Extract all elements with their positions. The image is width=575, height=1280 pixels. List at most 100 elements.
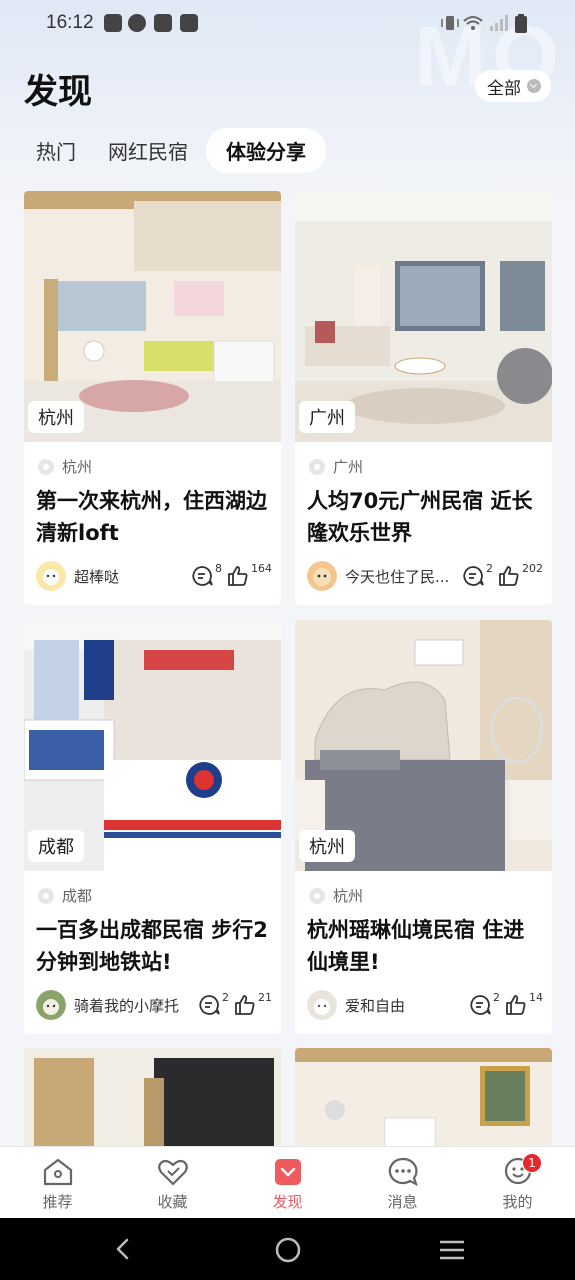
category-tabs: 热门 网红民宿 体验分享 — [24, 128, 330, 173]
comment-count: 2 — [493, 991, 500, 1004]
mail-icon — [104, 14, 122, 32]
location-pin-icon — [38, 458, 54, 475]
avatar — [36, 990, 66, 1020]
chevron-down-icon — [527, 79, 541, 93]
back-icon[interactable] — [110, 1236, 136, 1262]
author-name: 超棒哒 — [74, 567, 120, 586]
location-text: 杭州 — [62, 458, 93, 476]
post-meta: 骑着我的小摩托 2 21 — [36, 989, 272, 1021]
avatar — [307, 990, 337, 1020]
message-icon — [388, 1157, 418, 1187]
like-count: 21 — [258, 991, 272, 1004]
post-title: 一百多出成都民宿 步行2分钟到地铁站! — [36, 918, 268, 974]
location-text: 成都 — [62, 887, 93, 905]
filter-label: 全部 — [487, 78, 521, 99]
post-card[interactable]: 成都 成都 一百多出成都民宿 步行2分钟到地铁站! 骑着我的小摩托 2 21 — [24, 620, 281, 1034]
post-meta: 超棒哒 8 164 — [36, 560, 272, 592]
author-name: 爱和自由 — [345, 996, 406, 1015]
post-stats: 2 14 — [468, 991, 543, 1017]
nav-label: 我的 — [502, 1193, 533, 1211]
post-stats: 8 164 — [190, 562, 272, 588]
post-card[interactable]: 杭州 杭州 第一次来杭州，住西湖边清新loft 超棒哒 8 164 — [24, 191, 281, 605]
location-pin-icon — [309, 458, 325, 475]
avatar — [307, 561, 337, 591]
thumbs-up-icon — [235, 995, 255, 1015]
comment-icon — [470, 995, 491, 1015]
tab-experience-sharing[interactable]: 体验分享 — [206, 128, 326, 173]
tab-trending-homestays[interactable]: 网红民宿 — [94, 128, 202, 173]
status-time: 16:12 — [46, 12, 94, 33]
nav-item-messages[interactable]: 消息 — [345, 1147, 460, 1218]
thumbs-up-icon — [506, 995, 526, 1015]
city-tag: 广州 — [299, 401, 355, 433]
comment-stat[interactable]: 2 — [461, 562, 493, 588]
post-title: 杭州瑶琳仙境民宿 住进仙境里! — [307, 918, 525, 974]
home-button-icon[interactable] — [274, 1236, 302, 1264]
post-card[interactable] — [295, 1048, 552, 1148]
system-nav-bar — [0, 1218, 575, 1280]
author-name: 今天也住了民... — [345, 567, 450, 586]
like-count: 202 — [522, 562, 543, 575]
location-row: 杭州 — [309, 885, 363, 906]
location-pin-icon — [38, 887, 54, 904]
post-image — [295, 1048, 552, 1148]
city-tag: 成都 — [28, 830, 84, 862]
author-name: 骑着我的小摩托 — [74, 996, 180, 1015]
post-stats: 2 21 — [197, 991, 272, 1017]
location-text: 杭州 — [333, 887, 364, 905]
app-notification-icon — [180, 14, 198, 32]
wifi-icon — [463, 16, 483, 30]
location-row: 成都 — [38, 885, 92, 906]
signal-icon — [490, 15, 508, 31]
like-stat[interactable]: 202 — [497, 562, 543, 588]
post-card[interactable]: 广州 广州 人均70元广州民宿 近长隆欢乐世界 今天也住了民... 2 202 — [295, 191, 552, 605]
calendar-icon — [154, 14, 172, 32]
battery-icon — [515, 14, 527, 33]
post-stats: 2 202 — [461, 562, 543, 588]
comment-count: 8 — [215, 562, 222, 575]
nav-item-profile[interactable]: 1 我的 — [460, 1147, 575, 1218]
city-tag: 杭州 — [299, 830, 355, 862]
comment-count: 2 — [222, 991, 229, 1004]
tab-hot[interactable]: 热门 — [24, 128, 90, 173]
location-row: 杭州 — [38, 456, 92, 477]
recent-apps-icon[interactable] — [438, 1238, 466, 1262]
like-count: 164 — [251, 562, 272, 575]
location-row: 广州 — [309, 456, 363, 477]
comment-stat[interactable]: 2 — [468, 991, 500, 1017]
comment-stat[interactable]: 8 — [190, 562, 222, 588]
filter-all-button[interactable]: 全部 — [475, 70, 551, 102]
thumbs-up-icon — [499, 566, 519, 586]
vibrate-icon — [441, 16, 459, 30]
comment-count: 2 — [486, 562, 493, 575]
city-tag: 杭州 — [28, 401, 84, 433]
nav-label: 发现 — [272, 1193, 303, 1211]
post-meta: 爱和自由 2 14 — [307, 989, 543, 1021]
check-circle-icon — [128, 14, 146, 32]
nav-label: 推荐 — [42, 1193, 73, 1211]
like-stat[interactable]: 14 — [504, 991, 543, 1017]
notification-badge: 1 — [522, 1153, 542, 1173]
nav-item-recommend[interactable]: 推荐 — [0, 1147, 115, 1218]
comment-stat[interactable]: 2 — [197, 991, 229, 1017]
post-meta: 今天也住了民... 2 202 — [307, 560, 543, 592]
like-stat[interactable]: 164 — [226, 562, 272, 588]
heart-check-icon — [157, 1159, 188, 1186]
bottom-nav: 推荐 收藏 发现 消息 1 我的 — [0, 1146, 575, 1218]
comment-icon — [463, 566, 484, 586]
post-card[interactable] — [24, 1048, 281, 1148]
post-card[interactable]: 杭州 杭州 杭州瑶琳仙境民宿 住进仙境里! 爱和自由 2 14 — [295, 620, 552, 1034]
home-icon — [43, 1158, 72, 1186]
like-stat[interactable]: 21 — [233, 991, 272, 1017]
nav-label: 收藏 — [157, 1193, 188, 1211]
post-title: 第一次来杭州，住西湖边清新loft — [36, 489, 267, 545]
like-count: 14 — [529, 991, 543, 1004]
nav-item-discover[interactable]: 发现 — [230, 1147, 345, 1218]
nav-label: 消息 — [387, 1193, 418, 1211]
post-title: 人均70元广州民宿 近长隆欢乐世界 — [307, 489, 533, 545]
nav-item-favorites[interactable]: 收藏 — [115, 1147, 230, 1218]
avatar — [36, 561, 66, 591]
post-image — [24, 1048, 281, 1148]
comment-icon — [199, 995, 220, 1015]
thumbs-up-icon — [228, 566, 248, 586]
